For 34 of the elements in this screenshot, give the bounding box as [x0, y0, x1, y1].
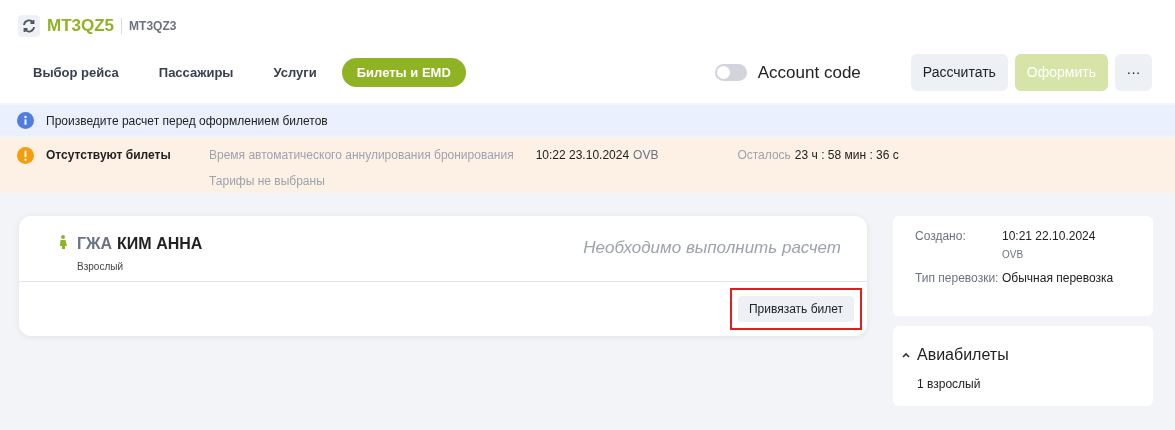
detail-label: Создано:	[915, 228, 967, 245]
person-icon	[59, 235, 67, 249]
passenger-code: ГЖА	[77, 234, 113, 254]
nav-tab[interactable]: Пассажиры	[143, 58, 249, 87]
link-ticket-button[interactable]: Привязать билет	[737, 296, 854, 322]
cancellation-label: Время автоматического аннулирования бронирования	[209, 147, 514, 164]
warning-title: Отсутствуют билеты	[46, 147, 172, 164]
booking-code: MT3QZ5	[47, 15, 115, 38]
info-icon	[17, 112, 34, 129]
passenger-name: КИМ АННА	[117, 234, 203, 254]
calculate-button[interactable]: Рассчитать	[910, 54, 1008, 91]
info-message: Произведите расчет перед оформлением билетов	[46, 112, 328, 130]
remaining-time: 23 ч : 58 мин : 36 с	[794, 147, 899, 164]
detail-value: Обычная перевозка	[1002, 270, 1115, 287]
section-title: Авиабилеты	[917, 345, 1009, 365]
nav-tab[interactable]: Услуги	[258, 58, 332, 87]
detail-value: 10:21 22.10.2024	[1002, 228, 1097, 245]
chevron-icon[interactable]	[901, 351, 911, 359]
cancellation-city: OVB	[633, 147, 659, 164]
secondary-booking-code: MT3QZ3	[129, 18, 177, 35]
detail-subvalue: OVB	[1002, 248, 1025, 262]
toggle-switch[interactable]	[714, 64, 747, 81]
fares-note: Тарифы не выбраны	[209, 173, 326, 190]
cancellation-time: 10:22 23.10.2024	[535, 147, 630, 164]
more-button[interactable]: ···	[1115, 54, 1152, 91]
nav-tab[interactable]: Выбор рейса	[18, 58, 134, 87]
status-message: Необходимо выполнить расчет	[583, 237, 841, 259]
warning-icon	[17, 147, 34, 164]
detail-label: Тип перевозки:	[915, 270, 1000, 287]
refresh-icon[interactable]	[18, 15, 40, 37]
passenger-type: Взрослый	[77, 260, 124, 274]
toggle-label: Account code	[757, 61, 861, 84]
ticket-summary: 1 взрослый	[917, 376, 982, 393]
remaining-label: Осталось	[737, 147, 791, 164]
